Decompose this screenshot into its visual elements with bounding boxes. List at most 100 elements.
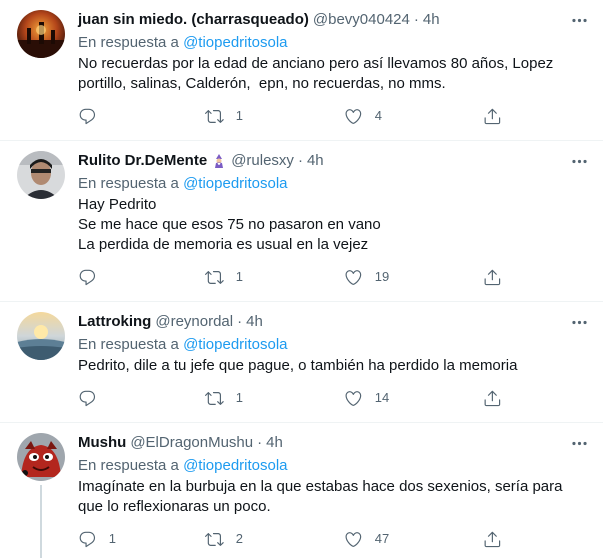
display-name[interactable]: Rulito Dr.DeMente bbox=[78, 151, 207, 171]
tweet-text: Hay Pedrito Se me hace que esos 75 no pa… bbox=[78, 195, 589, 255]
tweet-feed: juan sin miedo. (charrasqueado) @bevy040… bbox=[0, 0, 603, 558]
share-button[interactable] bbox=[483, 529, 502, 549]
reply-button[interactable] bbox=[78, 267, 109, 287]
avatar[interactable] bbox=[17, 312, 65, 360]
like-count: 47 bbox=[374, 531, 390, 546]
avatar[interactable] bbox=[17, 433, 65, 481]
like-count: 19 bbox=[374, 269, 390, 284]
user-handle[interactable]: @reynordal bbox=[155, 312, 233, 332]
share-icon bbox=[484, 531, 501, 547]
tweet-text-line: Imagínate en la burbuja en la que estaba… bbox=[78, 478, 563, 495]
mage-emoji-icon bbox=[211, 153, 227, 169]
more-icon[interactable] bbox=[569, 10, 589, 30]
retweet-button[interactable]: 2 bbox=[205, 529, 243, 549]
tweet-text: No recuerdas por la edad de anciano pero… bbox=[78, 54, 589, 94]
tweet-header: Mushu @ElDragonMushu · 4h bbox=[78, 433, 589, 453]
like-count: 4 bbox=[374, 108, 382, 123]
user-handle[interactable]: @rulesxy bbox=[231, 151, 294, 171]
heart-icon bbox=[345, 108, 362, 124]
like-count: 14 bbox=[374, 390, 390, 405]
reply-to-link[interactable]: @tiopedritosola bbox=[183, 175, 287, 192]
like-button[interactable]: 4 bbox=[344, 106, 382, 126]
share-icon bbox=[484, 269, 501, 285]
retweet-button[interactable]: 1 bbox=[205, 388, 243, 408]
tweet-card[interactable]: Rulito Dr.DeMente @rulesxy · 4h En respu… bbox=[0, 141, 603, 302]
heart-icon bbox=[345, 269, 362, 285]
tweet-text-line: La perdida de memoria es usual en la vej… bbox=[78, 236, 369, 253]
tweet-actions: 1 19 bbox=[78, 267, 508, 287]
reply-to-link[interactable]: @tiopedritosola bbox=[183, 457, 287, 474]
reply-button[interactable] bbox=[78, 106, 109, 126]
tweet-actions: 1 2 47 bbox=[78, 529, 508, 549]
reply-count: 1 bbox=[108, 531, 116, 546]
tweet-card[interactable]: juan sin miedo. (charrasqueado) @bevy040… bbox=[0, 0, 603, 141]
reply-prefix: En respuesta a bbox=[78, 34, 179, 51]
timestamp[interactable]: 4h bbox=[246, 312, 263, 332]
tweet-card[interactable]: Lattroking @reynordal · 4h En respuesta … bbox=[0, 302, 603, 423]
display-name[interactable]: Mushu bbox=[78, 433, 126, 453]
timestamp[interactable]: 4h bbox=[307, 151, 324, 171]
more-icon[interactable] bbox=[569, 312, 589, 332]
heart-icon bbox=[345, 531, 362, 547]
reply-icon bbox=[79, 390, 96, 406]
tweet-actions: 1 4 bbox=[78, 106, 508, 126]
like-button[interactable]: 19 bbox=[344, 267, 389, 287]
share-button[interactable] bbox=[483, 388, 502, 408]
heart-icon bbox=[345, 390, 362, 406]
share-icon bbox=[484, 390, 501, 406]
tweet-header: Rulito Dr.DeMente @rulesxy · 4h bbox=[78, 151, 589, 171]
retweet-count: 2 bbox=[235, 531, 243, 546]
tweet-text: Pedrito, dile a tu jefe que pague, o tam… bbox=[78, 356, 589, 376]
tweet-text-line: que lo reflexionaras un poco. bbox=[78, 498, 271, 515]
tweet-text-line: Se me hace que esos 75 no pasaron en van… bbox=[78, 216, 381, 233]
avatar[interactable] bbox=[17, 151, 65, 199]
reply-icon bbox=[79, 108, 96, 124]
reply-context: En respuesta a @tiopedritosola bbox=[78, 335, 589, 355]
retweet-count: 1 bbox=[235, 108, 243, 123]
share-button[interactable] bbox=[483, 106, 502, 126]
retweet-icon bbox=[205, 532, 224, 546]
reply-context: En respuesta a @tiopedritosola bbox=[78, 33, 589, 53]
tweet-card[interactable]: Mushu @ElDragonMushu · 4h En respuesta a… bbox=[0, 423, 603, 558]
more-icon[interactable] bbox=[569, 151, 589, 171]
retweet-count: 1 bbox=[235, 269, 243, 284]
retweet-icon bbox=[205, 391, 224, 405]
user-handle[interactable]: @bevy040424 bbox=[313, 10, 410, 30]
reply-context: En respuesta a @tiopedritosola bbox=[78, 456, 589, 476]
thread-line bbox=[40, 485, 42, 558]
reply-button[interactable] bbox=[78, 388, 109, 408]
tweet-header: Lattroking @reynordal · 4h bbox=[78, 312, 589, 332]
tweet-text-line: Pedrito, dile a tu jefe que pague, o tam… bbox=[78, 357, 518, 374]
separator-dot: · bbox=[413, 11, 419, 28]
reply-icon bbox=[79, 269, 96, 285]
like-button[interactable]: 47 bbox=[344, 529, 389, 549]
retweet-button[interactable]: 1 bbox=[205, 267, 243, 287]
retweet-icon bbox=[205, 270, 224, 284]
reply-to-link[interactable]: @tiopedritosola bbox=[183, 34, 287, 51]
tweet-actions: 1 14 bbox=[78, 388, 508, 408]
reply-to-link[interactable]: @tiopedritosola bbox=[183, 336, 287, 353]
more-icon[interactable] bbox=[569, 433, 589, 453]
avatar[interactable] bbox=[17, 10, 65, 58]
reply-context: En respuesta a @tiopedritosola bbox=[78, 174, 589, 194]
display-name[interactable]: juan sin miedo. (charrasqueado) bbox=[78, 10, 309, 30]
reply-icon bbox=[79, 531, 96, 547]
timestamp[interactable]: 4h bbox=[266, 433, 283, 453]
tweet-header: juan sin miedo. (charrasqueado) @bevy040… bbox=[78, 10, 589, 30]
reply-prefix: En respuesta a bbox=[78, 175, 179, 192]
share-button[interactable] bbox=[483, 267, 502, 287]
retweet-button[interactable]: 1 bbox=[205, 106, 243, 126]
like-button[interactable]: 14 bbox=[344, 388, 389, 408]
reply-button[interactable]: 1 bbox=[78, 529, 116, 549]
user-handle[interactable]: @ElDragonMushu bbox=[130, 433, 253, 453]
retweet-count: 1 bbox=[235, 390, 243, 405]
tweet-text-line: portillo, salinas, Calderón, epn, no rec… bbox=[78, 75, 446, 92]
reply-prefix: En respuesta a bbox=[78, 457, 179, 474]
share-icon bbox=[484, 108, 501, 124]
tweet-text-line: Hay Pedrito bbox=[78, 196, 157, 213]
reply-prefix: En respuesta a bbox=[78, 336, 179, 353]
display-name[interactable]: Lattroking bbox=[78, 312, 151, 332]
timestamp[interactable]: 4h bbox=[423, 10, 440, 30]
separator-dot: · bbox=[257, 434, 263, 451]
separator-dot: · bbox=[297, 152, 303, 169]
